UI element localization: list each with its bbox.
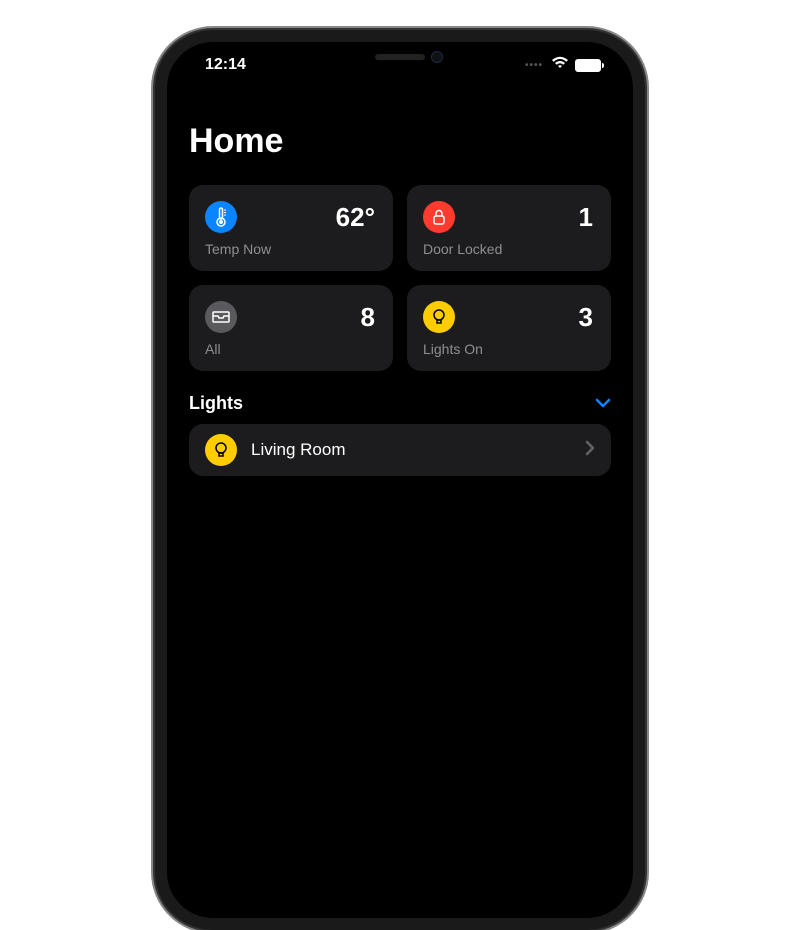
lock-icon	[423, 201, 455, 233]
cellular-dots-icon: ••••	[525, 60, 543, 71]
tile-all[interactable]: 8 All	[189, 285, 393, 371]
tile-value: 3	[579, 302, 593, 333]
bulb-icon	[423, 301, 455, 333]
section-title: Lights	[189, 393, 243, 414]
thermometer-icon	[205, 201, 237, 233]
status-tiles: 62° Temp Now 1 Door Locked 8	[189, 185, 611, 371]
tile-value: 1	[579, 202, 593, 233]
tile-label: All	[205, 341, 375, 357]
tile-label: Lights On	[423, 341, 593, 357]
light-name: Living Room	[251, 440, 571, 460]
tile-value: 8	[361, 302, 375, 333]
status-time: 12:14	[205, 56, 246, 74]
chevron-right-icon	[585, 440, 595, 461]
tile-value: 62°	[336, 202, 375, 233]
bulb-icon	[205, 434, 237, 466]
tile-lights[interactable]: 3 Lights On	[407, 285, 611, 371]
battery-icon	[575, 59, 601, 72]
tile-label: Temp Now	[205, 241, 375, 257]
tile-door[interactable]: 1 Door Locked	[407, 185, 611, 271]
chevron-down-icon[interactable]	[595, 395, 611, 413]
status-indicators: ••••	[525, 56, 601, 74]
page-title: Home	[189, 122, 611, 161]
phone-frame: 12:14 •••• Home 62° Temp Now	[155, 30, 645, 930]
wifi-icon	[551, 56, 569, 74]
tile-temp[interactable]: 62° Temp Now	[189, 185, 393, 271]
inbox-icon	[205, 301, 237, 333]
tile-label: Door Locked	[423, 241, 593, 257]
section-header[interactable]: Lights	[189, 393, 611, 414]
light-row[interactable]: Living Room	[189, 424, 611, 476]
notch	[315, 42, 485, 72]
